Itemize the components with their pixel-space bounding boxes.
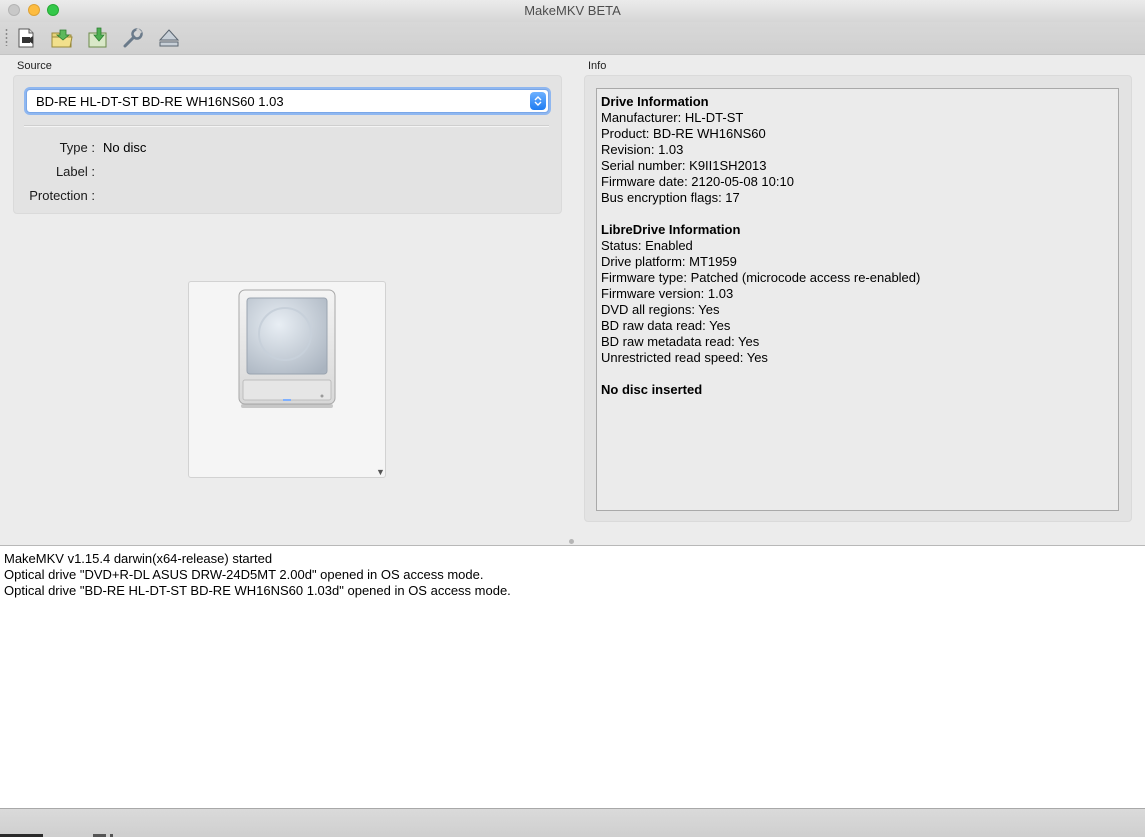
up-down-chevron-icon	[530, 92, 546, 110]
protection-label: Protection :	[29, 188, 95, 203]
disc-status: No disc inserted	[601, 382, 703, 397]
backup-button[interactable]	[85, 25, 111, 51]
info-group-label: Info	[588, 60, 607, 72]
info-line: Status: Enabled	[601, 238, 693, 253]
backup-icon	[86, 27, 110, 49]
drive-select-value: BD-RE HL-DT-ST BD-RE WH16NS60 1.03	[36, 94, 284, 109]
optical-drive-icon	[235, 288, 339, 413]
open-file-button[interactable]	[13, 25, 39, 51]
libredrive-info-heading: LibreDrive Information	[601, 222, 741, 237]
open-file-icon	[15, 27, 37, 49]
info-line: Serial number: K9II1SH2013	[601, 158, 767, 173]
chevron-down-icon[interactable]: ▼	[376, 467, 385, 477]
disc-image-panel	[188, 281, 386, 478]
drive-select[interactable]: BD-RE HL-DT-ST BD-RE WH16NS60 1.03	[26, 89, 549, 113]
info-line: Product: BD-RE WH16NS60	[601, 126, 766, 141]
preferences-wrench-icon	[122, 27, 144, 49]
source-divider	[24, 125, 549, 127]
disc-label-label: Label :	[55, 164, 95, 179]
eject-icon	[157, 27, 181, 49]
title-bar: MakeMKV BETA	[0, 0, 1145, 22]
info-line: Bus encryption flags: 17	[601, 190, 740, 205]
toolbar-grip[interactable]	[5, 28, 8, 46]
info-line: Revision: 1.03	[601, 142, 684, 157]
type-label: Type :	[59, 140, 95, 155]
log-line: Optical drive "BD-RE HL-DT-ST BD-RE WH16…	[4, 583, 511, 598]
log-output[interactable]: MakeMKV v1.15.4 darwin(x64-release) star…	[0, 545, 1145, 808]
status-bar	[0, 808, 1145, 837]
open-folder-button[interactable]	[49, 25, 75, 51]
info-line: Drive platform: MT1959	[601, 254, 737, 269]
preferences-button[interactable]	[120, 25, 146, 51]
log-line: Optical drive "DVD+R-DL ASUS DRW-24D5MT …	[4, 567, 484, 582]
type-value: No disc	[103, 140, 147, 155]
eject-button[interactable]	[156, 25, 182, 51]
toolbar	[0, 22, 1145, 55]
window-title: MakeMKV BETA	[524, 3, 621, 18]
open-folder-icon	[50, 27, 74, 49]
info-line: Firmware type: Patched (microcode access…	[601, 270, 921, 285]
info-line: BD raw data read: Yes	[601, 318, 731, 333]
drive-info-heading: Drive Information	[601, 94, 709, 109]
log-line: MakeMKV v1.15.4 darwin(x64-release) star…	[4, 551, 273, 566]
info-line: BD raw metadata read: Yes	[601, 334, 760, 349]
info-line: DVD all regions: Yes	[601, 302, 720, 317]
info-line: Manufacturer: HL-DT-ST	[601, 110, 744, 125]
info-line: Unrestricted read speed: Yes	[601, 350, 768, 365]
source-group-label: Source	[17, 60, 52, 72]
info-text-area[interactable]: Drive Information Manufacturer: HL-DT-ST…	[596, 88, 1119, 511]
splitter-handle[interactable]	[569, 539, 574, 544]
info-line: Firmware version: 1.03	[601, 286, 734, 301]
info-line: Firmware date: 2120-05-08 10:10	[601, 174, 794, 189]
